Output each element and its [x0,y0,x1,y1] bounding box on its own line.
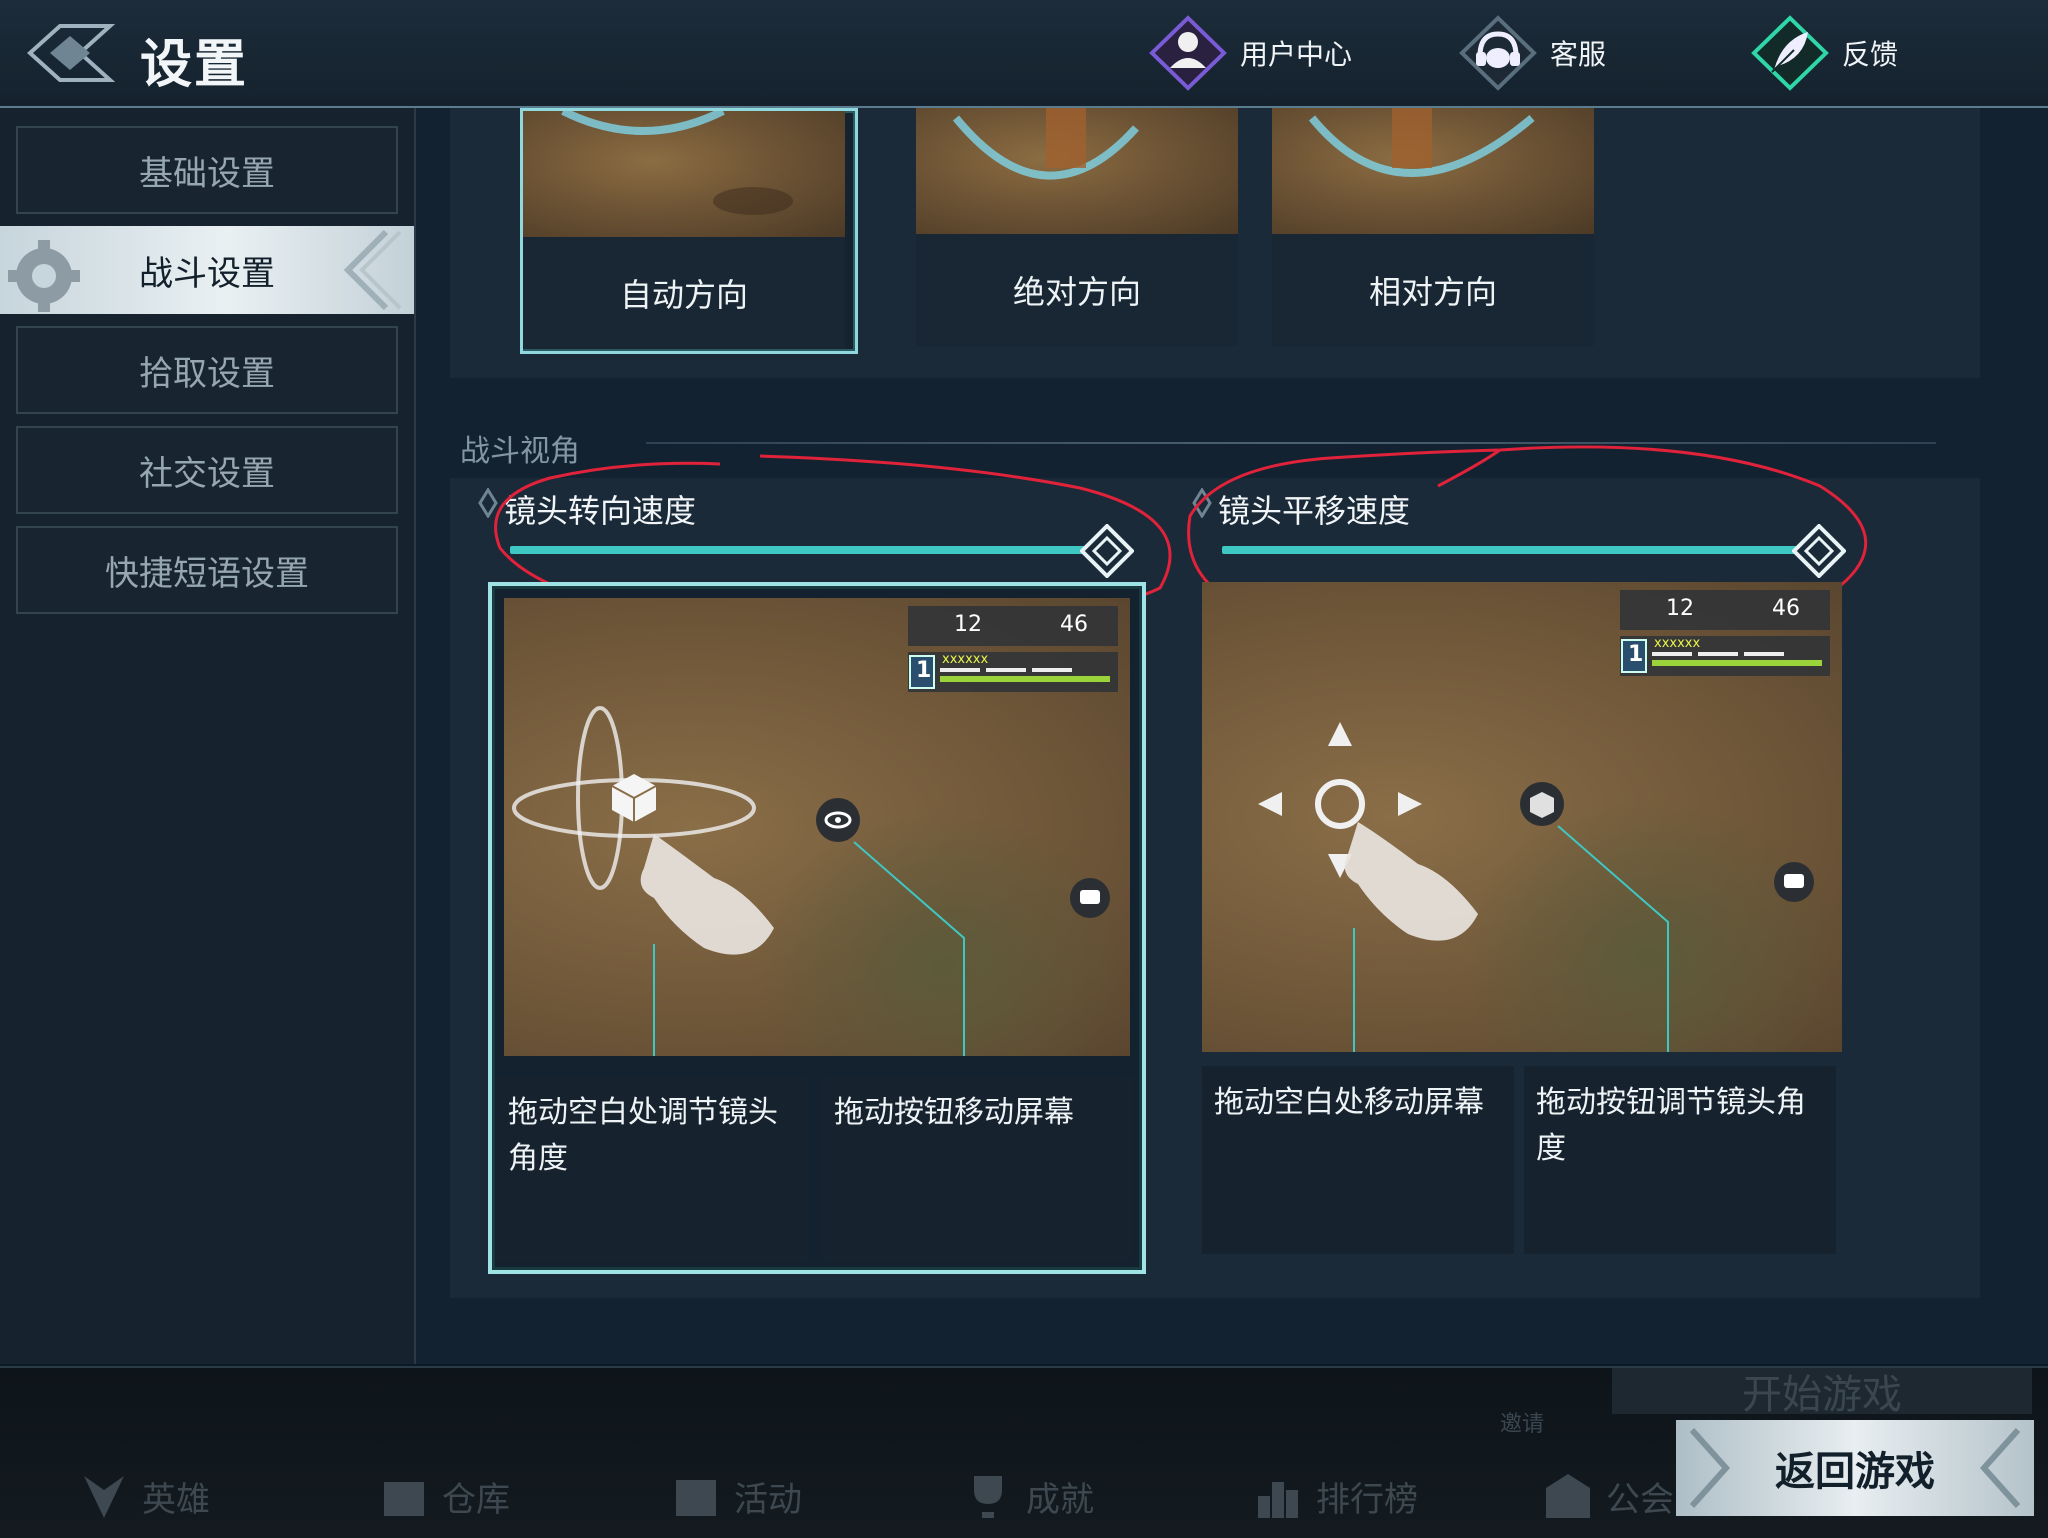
hud-players: 46 [1060,612,1088,637]
header-bar: 设置 用户中心 客服 反馈 [0,0,2048,108]
diamond-logo-icon[interactable] [20,18,120,88]
nav-label: 仓库 [442,1479,510,1520]
chevron-left-icon [1979,1427,2021,1509]
hud-rank: 1 [916,658,932,683]
hud-overlay: 12 46 1 xxxxxx [1620,590,1830,680]
camera-preview-image: 12 46 1 xxxxxx [504,598,1130,1056]
nav-label: 成就 [1026,1479,1094,1520]
hud-kills: 12 [1666,596,1694,621]
feedback-label: 反馈 [1842,38,1899,71]
leaderboard-icon [1258,1482,1298,1518]
nav-guild[interactable]: 公会 [1540,1468,1674,1524]
camera-mode-desc-left: 拖动空白处调节镜头角度 [496,1076,808,1262]
hero-icon [84,1476,124,1518]
start-game-button[interactable]: 开始游戏 [1612,1368,2032,1418]
direction-option-auto[interactable]: 自动方向 [520,108,858,354]
feedback-button[interactable]: 反馈 [1748,14,1898,92]
sidebar-item-combat[interactable]: 战斗设置 [0,226,414,314]
customer-service-label: 客服 [1550,38,1607,71]
chevron-right-icon [1689,1427,1731,1509]
nav-warehouse[interactable]: 仓库 [376,1468,510,1524]
camera-mode-desc-left: 拖动空白处移动屏幕 [1202,1066,1514,1254]
direction-option-label: 相对方向 [1272,234,1594,346]
nav-hero[interactable]: 英雄 [76,1468,210,1524]
sidebar-item-social[interactable]: 社交设置 [16,426,398,514]
headset-icon [1459,15,1537,91]
user-center-label: 用户中心 [1240,38,1353,71]
hud-player-name: xxxxxx [942,652,989,667]
direction-option-absolute[interactable]: 绝对方向 [916,108,1238,346]
guild-icon [1546,1474,1590,1518]
nav-label: 公会 [1606,1479,1674,1520]
hud-kills: 12 [954,612,982,637]
nav-label: 排行榜 [1316,1479,1418,1520]
calendar-icon [676,1480,716,1516]
feather-icon [1751,15,1829,91]
settings-sidebar: 基础设置 战斗设置 拾取设置 社交设置 快捷短语设置 [0,108,416,1364]
sidebar-item-label: 战斗设置 [139,253,275,294]
user-center-button[interactable]: 用户中心 [1146,14,1352,92]
nav-leaderboard[interactable]: 排行榜 [1250,1468,1418,1524]
camera-preview-image: 12 46 1 xxxxxx [1202,582,1842,1052]
direction-preview-image [523,111,845,237]
settings-content: 自动方向 绝对方向 相对方向 战斗视角 镜头转向速度 镜头平移速度 12 46 … [416,108,2048,1364]
back-to-game-label: 返回游戏 [1775,1449,1935,1495]
sidebar-item-pickup[interactable]: 拾取设置 [16,326,398,414]
hud-overlay: 12 46 1 xxxxxx [908,606,1118,696]
invite-label[interactable]: 邀请 [1500,1406,1544,1438]
sidebar-item-quick-phrases[interactable]: 快捷短语设置 [16,526,398,614]
direction-option-label: 绝对方向 [916,234,1238,346]
nav-label: 英雄 [142,1479,210,1520]
chevron-left-icon [343,229,402,311]
camera-mode-card-rotate[interactable]: 12 46 1 xxxxxx 拖动空白处调节镜头角度 拖动按钮移动屏幕 [488,582,1146,1274]
customer-service-button[interactable]: 客服 [1456,14,1606,92]
camera-mode-desc-right: 拖动按钮调节镜头角度 [1524,1066,1836,1254]
nav-label: 活动 [734,1479,802,1520]
back-to-game-button[interactable]: 返回游戏 [1676,1420,2034,1516]
sidebar-item-label: 社交设置 [139,453,275,494]
direction-preview-image [1272,108,1594,234]
camera-mode-card-pan[interactable]: 12 46 1 xxxxxx 拖动空白处移动屏幕 拖动按钮调节镜头角度 [1202,582,1842,1372]
user-icon [1149,15,1227,91]
sidebar-item-label: 拾取设置 [139,353,275,394]
direction-option-relative[interactable]: 相对方向 [1272,108,1594,346]
camera-mode-desc-right: 拖动按钮移动屏幕 [822,1076,1134,1262]
nav-activity[interactable]: 活动 [668,1468,802,1524]
hud-player-name: xxxxxx [1654,636,1701,651]
direction-option-label: 自动方向 [523,237,845,349]
direction-preview-image [916,108,1238,234]
nav-achievement[interactable]: 成就 [960,1468,1094,1524]
page-title: 设置 [140,35,249,95]
direction-panel: 自动方向 绝对方向 相对方向 [450,108,1980,378]
sidebar-item-basic[interactable]: 基础设置 [16,126,398,214]
warehouse-icon [384,1482,424,1516]
gear-icon [8,240,80,312]
sidebar-item-label: 基础设置 [139,153,275,194]
hud-players: 46 [1772,596,1800,621]
trophy-icon [974,1476,1002,1518]
sidebar-item-label: 快捷短语设置 [105,553,309,594]
hud-rank: 1 [1628,642,1644,667]
